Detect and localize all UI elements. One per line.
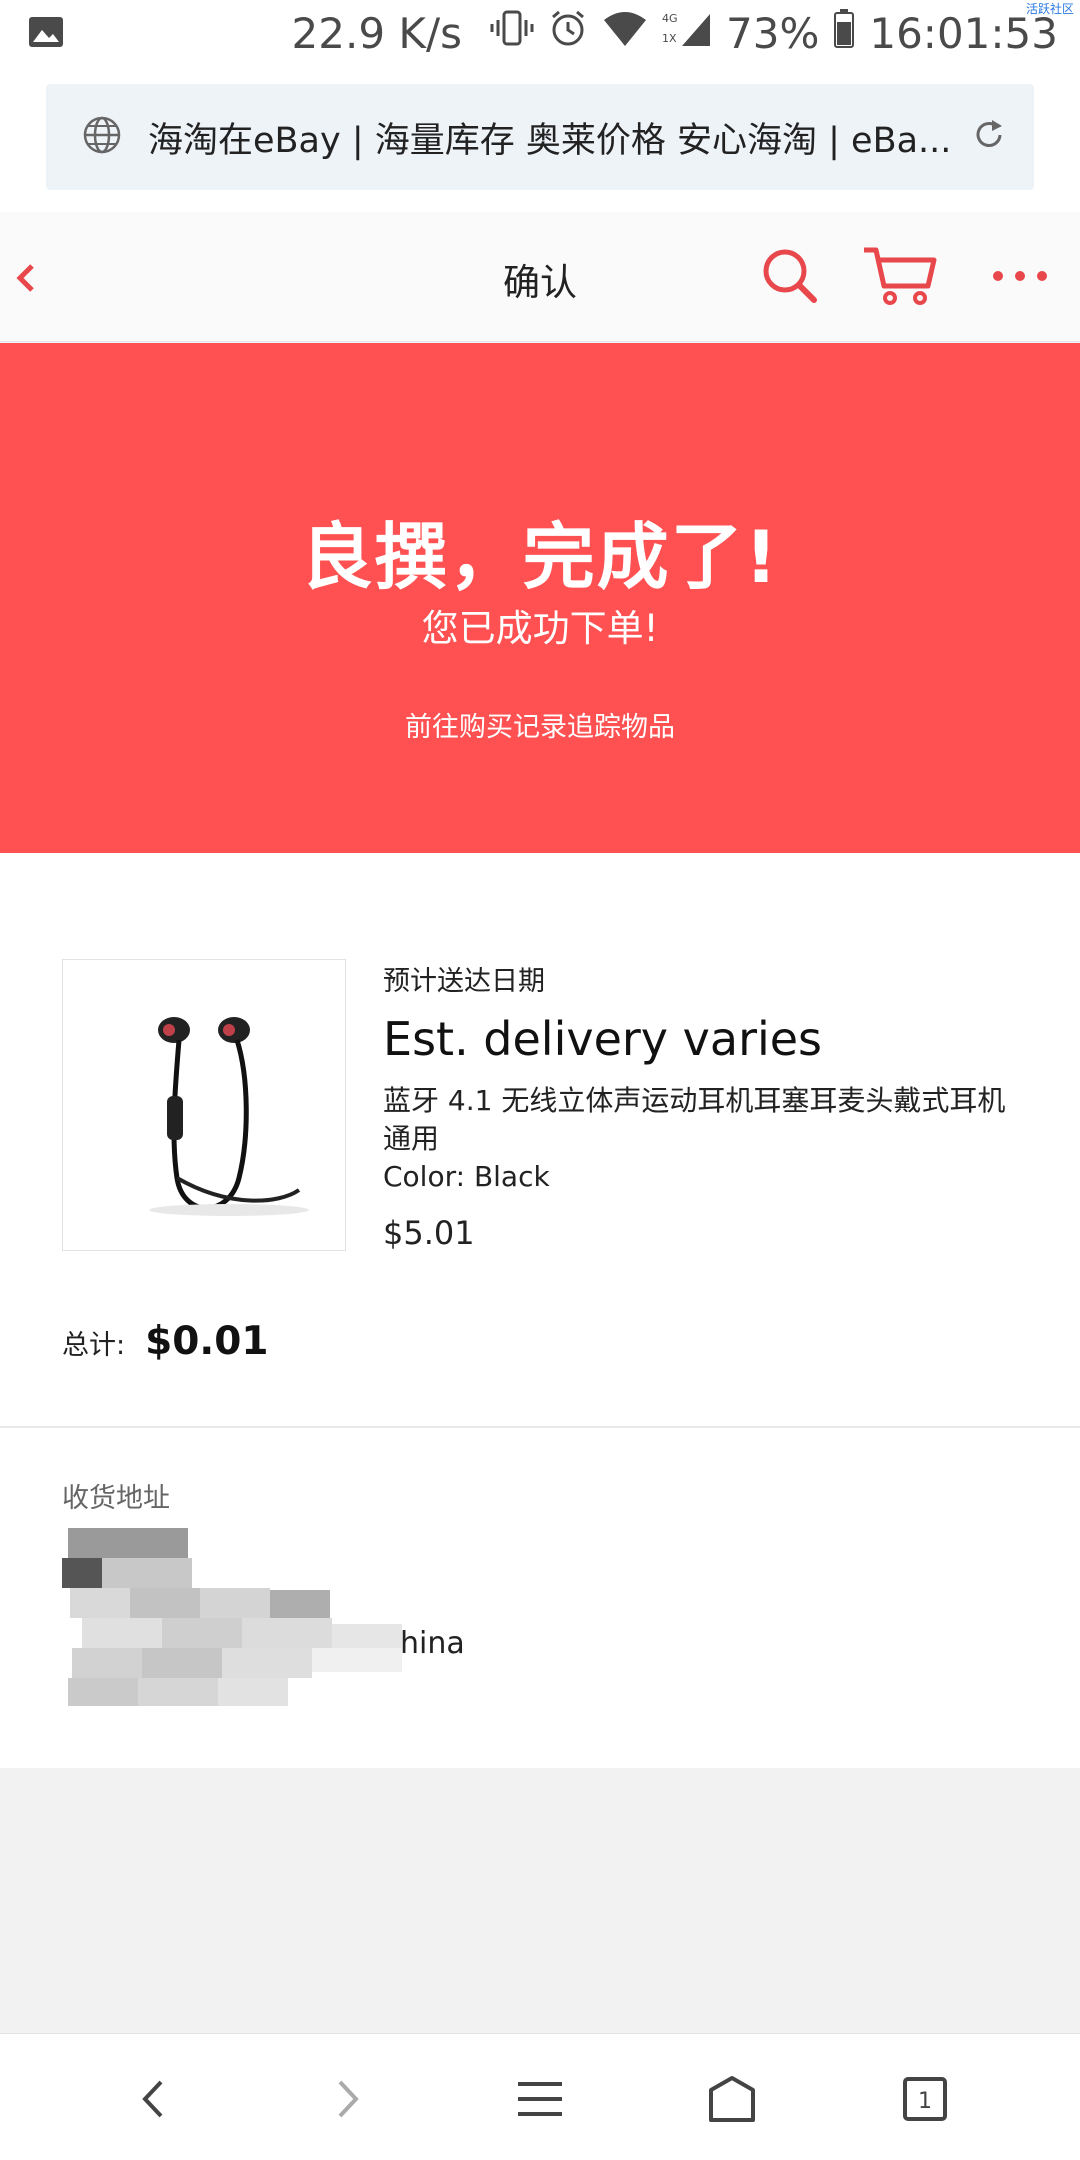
shipping-address: 收货地址 hina [0,1428,1080,1768]
app-header: 确认 [0,212,1080,342]
alarm-icon [548,8,588,58]
delivery-estimate: Est. delivery varies [383,1012,823,1066]
reload-icon[interactable] [972,118,1006,156]
track-orders-link[interactable]: 前往购买记录追踪物品 [0,705,1080,744]
svg-text:1X: 1X [662,32,677,45]
item-price: $5.01 [383,1214,475,1252]
nav-back-icon[interactable] [118,2064,188,2134]
delivery-label: 预计送达日期 [383,966,545,997]
battery-percent: 73% [726,8,820,58]
total-value: $0.01 [145,1319,269,1364]
total-label: 总计: [62,1330,126,1361]
product-image[interactable] [62,959,346,1251]
browser-toolbar: 海淘在eBay | 海量库存 奥莱价格 安心海淘 | eBa... [0,66,1080,212]
tabs-icon[interactable]: 1 [890,2064,960,2134]
order-total: 总计: $0.01 [62,1319,268,1364]
svg-text:1: 1 [918,2089,932,2114]
globe-icon [82,115,122,159]
nav-forward-icon[interactable] [313,2064,383,2134]
item-title[interactable]: 蓝牙 4.1 无线立体声运动耳机耳塞耳麦头戴式耳机通用 [383,1082,1033,1158]
url-title: 海淘在eBay | 海量库存 奥莱价格 安心海淘 | eBa... [148,120,952,161]
address-heading: 收货地址 [62,1483,170,1514]
search-icon[interactable] [760,246,820,306]
browser-nav-bar: 1 [0,2033,1080,2160]
wifi-icon [602,9,648,58]
url-bar[interactable]: 海淘在eBay | 海量库存 奥莱价格 安心海淘 | eBa... [46,84,1034,190]
watermark: 活跃社区 [1025,2,1074,16]
page: 22.9 K/s 4G 1X 73% 16:01:53 活跃社区 海淘在eBay… [0,0,1080,2160]
home-icon[interactable] [697,2064,767,2134]
address-country: hina [400,1626,465,1661]
menu-icon[interactable] [505,2064,575,2134]
status-bar: 22.9 K/s 4G 1X 73% 16:01:53 活跃社区 [0,0,1080,66]
signal-icon: 4G 1X [662,8,712,58]
confirmation-subtitle: 您已成功下单! [421,607,659,650]
confirmation-banner: 良撰，完成了! 您已成功下单! 前往购买记录追踪物品 [0,343,1080,853]
vibrate-icon [490,8,534,58]
order-summary: 预计送达日期 Est. delivery varies 蓝牙 4.1 无线立体声… [0,853,1080,1426]
image-icon [28,9,64,58]
order-info: 预计送达日期 Est. delivery varies 蓝牙 4.1 无线立体声… [383,959,1033,1252]
battery-icon [833,8,855,58]
confirmation-headline: 良撰，完成了! [300,515,780,599]
svg-text:4G: 4G [662,12,678,25]
more-options-icon[interactable] [990,264,1050,288]
cart-icon[interactable] [862,244,938,308]
item-color: Color: Black [383,1160,550,1193]
redacted-address [62,1528,412,1708]
network-speed: 22.9 K/s [291,8,462,58]
